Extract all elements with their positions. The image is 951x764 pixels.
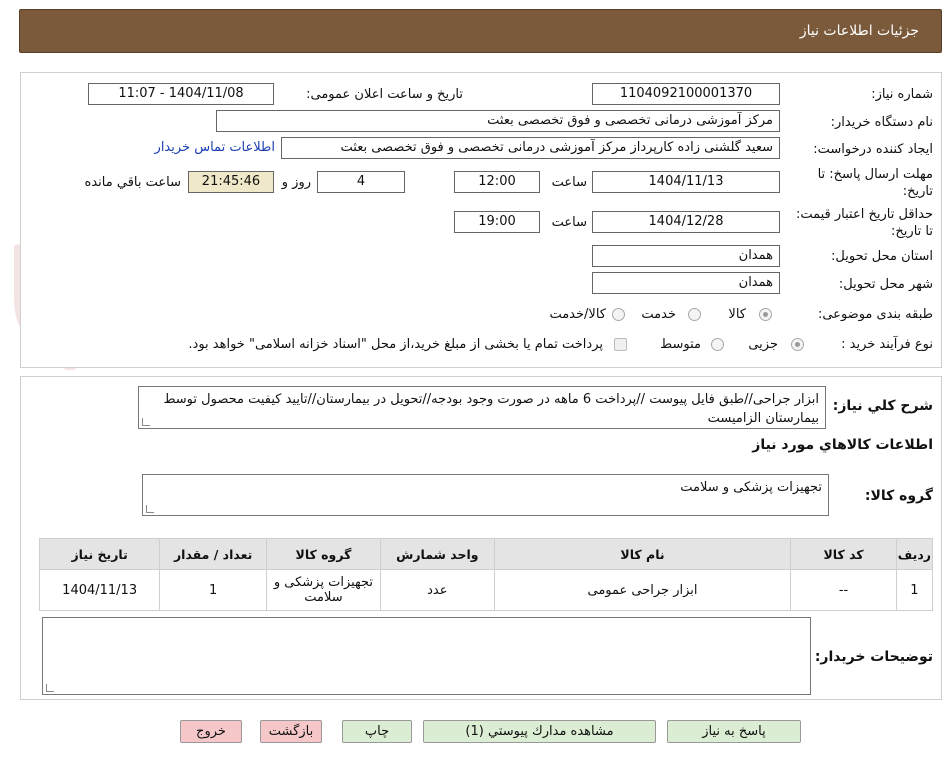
page-header: جزئیات اطلاعات نیاز [19, 9, 942, 53]
requester-field: سعید گلشنی زاده کارپرداز مرکز آموزشی درم… [281, 137, 780, 159]
validity-time-field: 19:00 [454, 211, 540, 233]
announce-label: تاریخ و ساعت اعلان عمومی: [306, 87, 463, 102]
validity-date-field: 1404/12/28 [592, 211, 780, 233]
description-text: ابزار جراحی//طبق فایل پیوست //پرداخت 6 م… [163, 392, 819, 426]
cell-row-number: 1 [895, 569, 934, 611]
category-option-goods-service: کالا/خدمت [549, 307, 606, 322]
treasury-checkbox[interactable] [614, 338, 627, 351]
print-button[interactable]: چاپ [342, 720, 412, 743]
category-option-service: خدمت [641, 307, 676, 322]
resize-handle-icon[interactable] [142, 418, 150, 426]
cell-goods-code: -- [790, 569, 897, 611]
days-remaining-field: 4 [317, 171, 405, 193]
view-attachments-button[interactable]: مشاهده مدارك پيوستي (1) [423, 720, 656, 743]
buyer-notes-label: توضیحات خریدار: [814, 649, 933, 665]
announce-datetime-field: 1404/11/08 - 11:07 [88, 83, 274, 105]
requester-label: ایجاد کننده درخواست: [813, 142, 933, 157]
validity-time-label: ساعت [551, 215, 587, 230]
cell-goods-group: تجهیزات پزشکی و سلامت [266, 569, 381, 611]
city-label: شهر محل تحویل: [838, 277, 933, 292]
deadline-time-label: ساعت [551, 175, 587, 190]
col-goods-name: نام كالا [493, 538, 792, 570]
deadline-label: مهلت ارسال پاسخ: تا تاریخ: [817, 167, 933, 199]
table-row: 1 -- ابزار جراحی عمومی عدد تجهیزات پزشکی… [38, 569, 934, 611]
process-radio-medium[interactable] [711, 338, 724, 351]
cell-goods-name: ابزار جراحی عمومی [493, 569, 792, 611]
col-row-number: رديف [895, 538, 934, 570]
col-goods-code: كد كالا [790, 538, 897, 570]
category-radio-goods-service[interactable] [612, 308, 625, 321]
description-label: شرح كلي نياز: [832, 398, 933, 414]
col-need-date: تاريخ نياز [38, 538, 161, 570]
need-number-field: 1104092100001370 [592, 83, 780, 105]
treasury-note: پرداخت تمام یا بخشی از مبلغ خرید،از محل … [188, 337, 603, 352]
deadline-time-field: 12:00 [454, 171, 540, 193]
province-field: همدان [592, 245, 780, 267]
category-radio-service[interactable] [688, 308, 701, 321]
remaining-time-field: 21:45:46 [188, 171, 274, 193]
goods-table: رديف كد كالا نام كالا واحد شمارش گروه کا… [38, 538, 934, 611]
days-label: روز و [281, 175, 311, 190]
cell-quantity: 1 [159, 569, 268, 611]
goods-group-value: تجهیزات پزشکی و سلامت [680, 480, 822, 495]
process-label: نوع فرآیند خرید : [841, 337, 933, 352]
buyer-notes-textarea[interactable] [42, 617, 811, 695]
goods-table-header: رديف كد كالا نام كالا واحد شمارش گروه کا… [38, 538, 934, 570]
process-radio-minor[interactable] [791, 338, 804, 351]
validity-label: حداقل تاریخ اعتبار قیمت: تا تاریخ: [795, 207, 933, 239]
reply-button[interactable]: پاسخ به نياز [667, 720, 801, 743]
buyer-org-field: مرکز آموزشی درمانی تخصصی و فوق تخصصی بعث… [216, 110, 780, 132]
cell-need-date: 1404/11/13 [38, 569, 161, 611]
goods-section-title: اطلاعات كالاهاي مورد نياز [752, 437, 933, 453]
buyer-contact-link[interactable]: اطلاعات تماس خریدار [155, 140, 275, 155]
goods-group-label: گروه کالا: [864, 488, 933, 504]
deadline-date-field: 1404/11/13 [592, 171, 780, 193]
cell-unit: عدد [379, 569, 495, 611]
province-label: استان محل تحویل: [831, 249, 933, 264]
resize-handle-icon[interactable] [46, 684, 54, 692]
category-option-goods: کالا [728, 307, 746, 322]
city-field: همدان [592, 272, 780, 294]
back-button[interactable]: بازگشت [260, 720, 322, 743]
need-number-label: شماره نیاز: [871, 87, 933, 102]
resize-handle-icon[interactable] [146, 505, 154, 513]
description-textarea[interactable]: ابزار جراحی//طبق فایل پیوست //پرداخت 6 م… [138, 386, 826, 429]
col-goods-group: گروه کالا [266, 538, 381, 570]
buyer-org-label: نام دستگاه خریدار: [830, 115, 933, 130]
category-label: طبقه بندی موضوعی: [817, 307, 933, 322]
exit-button[interactable]: خروج [180, 720, 242, 743]
process-option-minor: جزیی [748, 337, 778, 352]
process-option-medium: متوسط [660, 337, 701, 352]
col-quantity: تعداد / مقدار [159, 538, 268, 570]
category-radio-goods[interactable] [759, 308, 772, 321]
goods-group-textarea[interactable]: تجهیزات پزشکی و سلامت [142, 474, 829, 516]
page-title: جزئیات اطلاعات نیاز [799, 23, 919, 39]
remaining-time-label: ساعت باقي مانده [84, 175, 181, 190]
col-unit: واحد شمارش [379, 538, 495, 570]
